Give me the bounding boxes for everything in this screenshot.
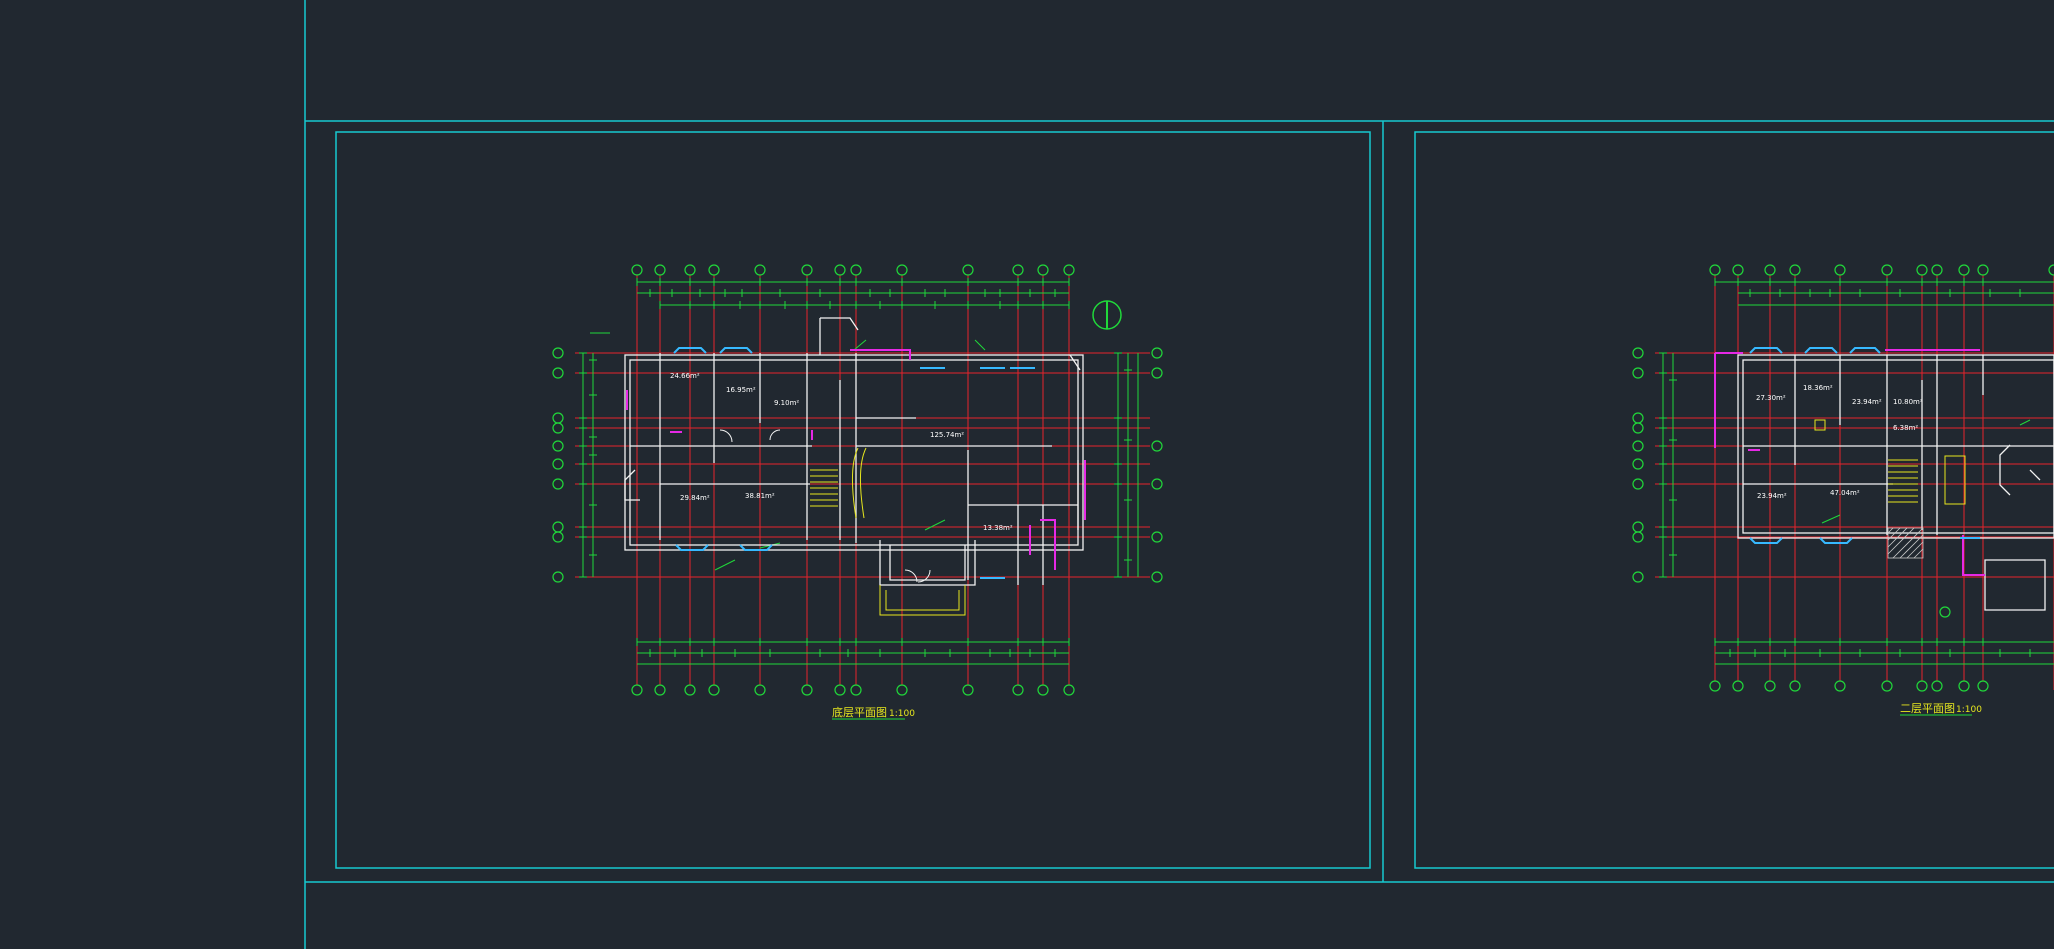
sheet1-dimensions [579,278,1139,665]
sheet1-plan: 24.66m² 16.95m² 9.10m² 125.74m² 29.84m² … [552,264,1163,720]
sheet2-plan: 27.30m² 18.36m² 23.94m² 10.80m² 6.38m² 2… [1632,264,2054,716]
sheet2-title: 二层平面图 [1900,702,1955,715]
sheet1-title: 底层平面图 [832,705,887,719]
room-area-label: 47.04m² [1830,489,1860,497]
sheet1-viewport[interactable] [335,131,1371,869]
room-area-label: 24.66m² [670,372,700,380]
sheet1-stairs [810,447,966,616]
room-area-label: 125.74m² [930,431,964,439]
room-area-label: 6.38m² [1893,424,1918,432]
room-area-label: 18.36m² [1803,384,1833,392]
sheet1-walls [624,317,1084,586]
layout-frame [304,0,2054,949]
sheet1-scale: 1:100 [889,709,915,719]
sheet2-axis-bubbles [1632,264,2054,692]
room-area-label: 23.94m² [1757,492,1787,500]
sheet1-room-labels: 24.66m² 16.95m² 9.10m² 125.74m² 29.84m² … [670,372,1013,532]
room-area-label: 23.94m² [1852,398,1882,406]
sheet2-scale: 1:100 [1956,705,1982,715]
room-area-label: 29.84m² [680,494,710,502]
room-area-label: 38.81m² [745,492,775,500]
sheet1-axis-bubbles-side [552,347,1163,583]
cad-model-space[interactable]: 24.66m² 16.95m² 9.10m² 125.74m² 29.84m² … [0,0,2054,949]
room-area-label: 13.38m² [983,524,1013,532]
north-arrow-icon [1092,300,1122,330]
room-area-label: 27.30m² [1756,394,1786,402]
sheet2-grid-axes [1655,275,2054,690]
sheet1-grid-axes [575,275,1150,685]
room-area-label: 10.80m² [1893,398,1923,406]
sheet2-dimensions [1659,278,2054,665]
sheet1-axis-bubbles-top [631,264,1075,696]
sheet1-windows [673,347,1035,579]
room-area-label: 9.10m² [774,399,799,407]
room-area-label: 16.95m² [726,386,756,394]
sheet2-viewport[interactable] [1414,131,2054,869]
